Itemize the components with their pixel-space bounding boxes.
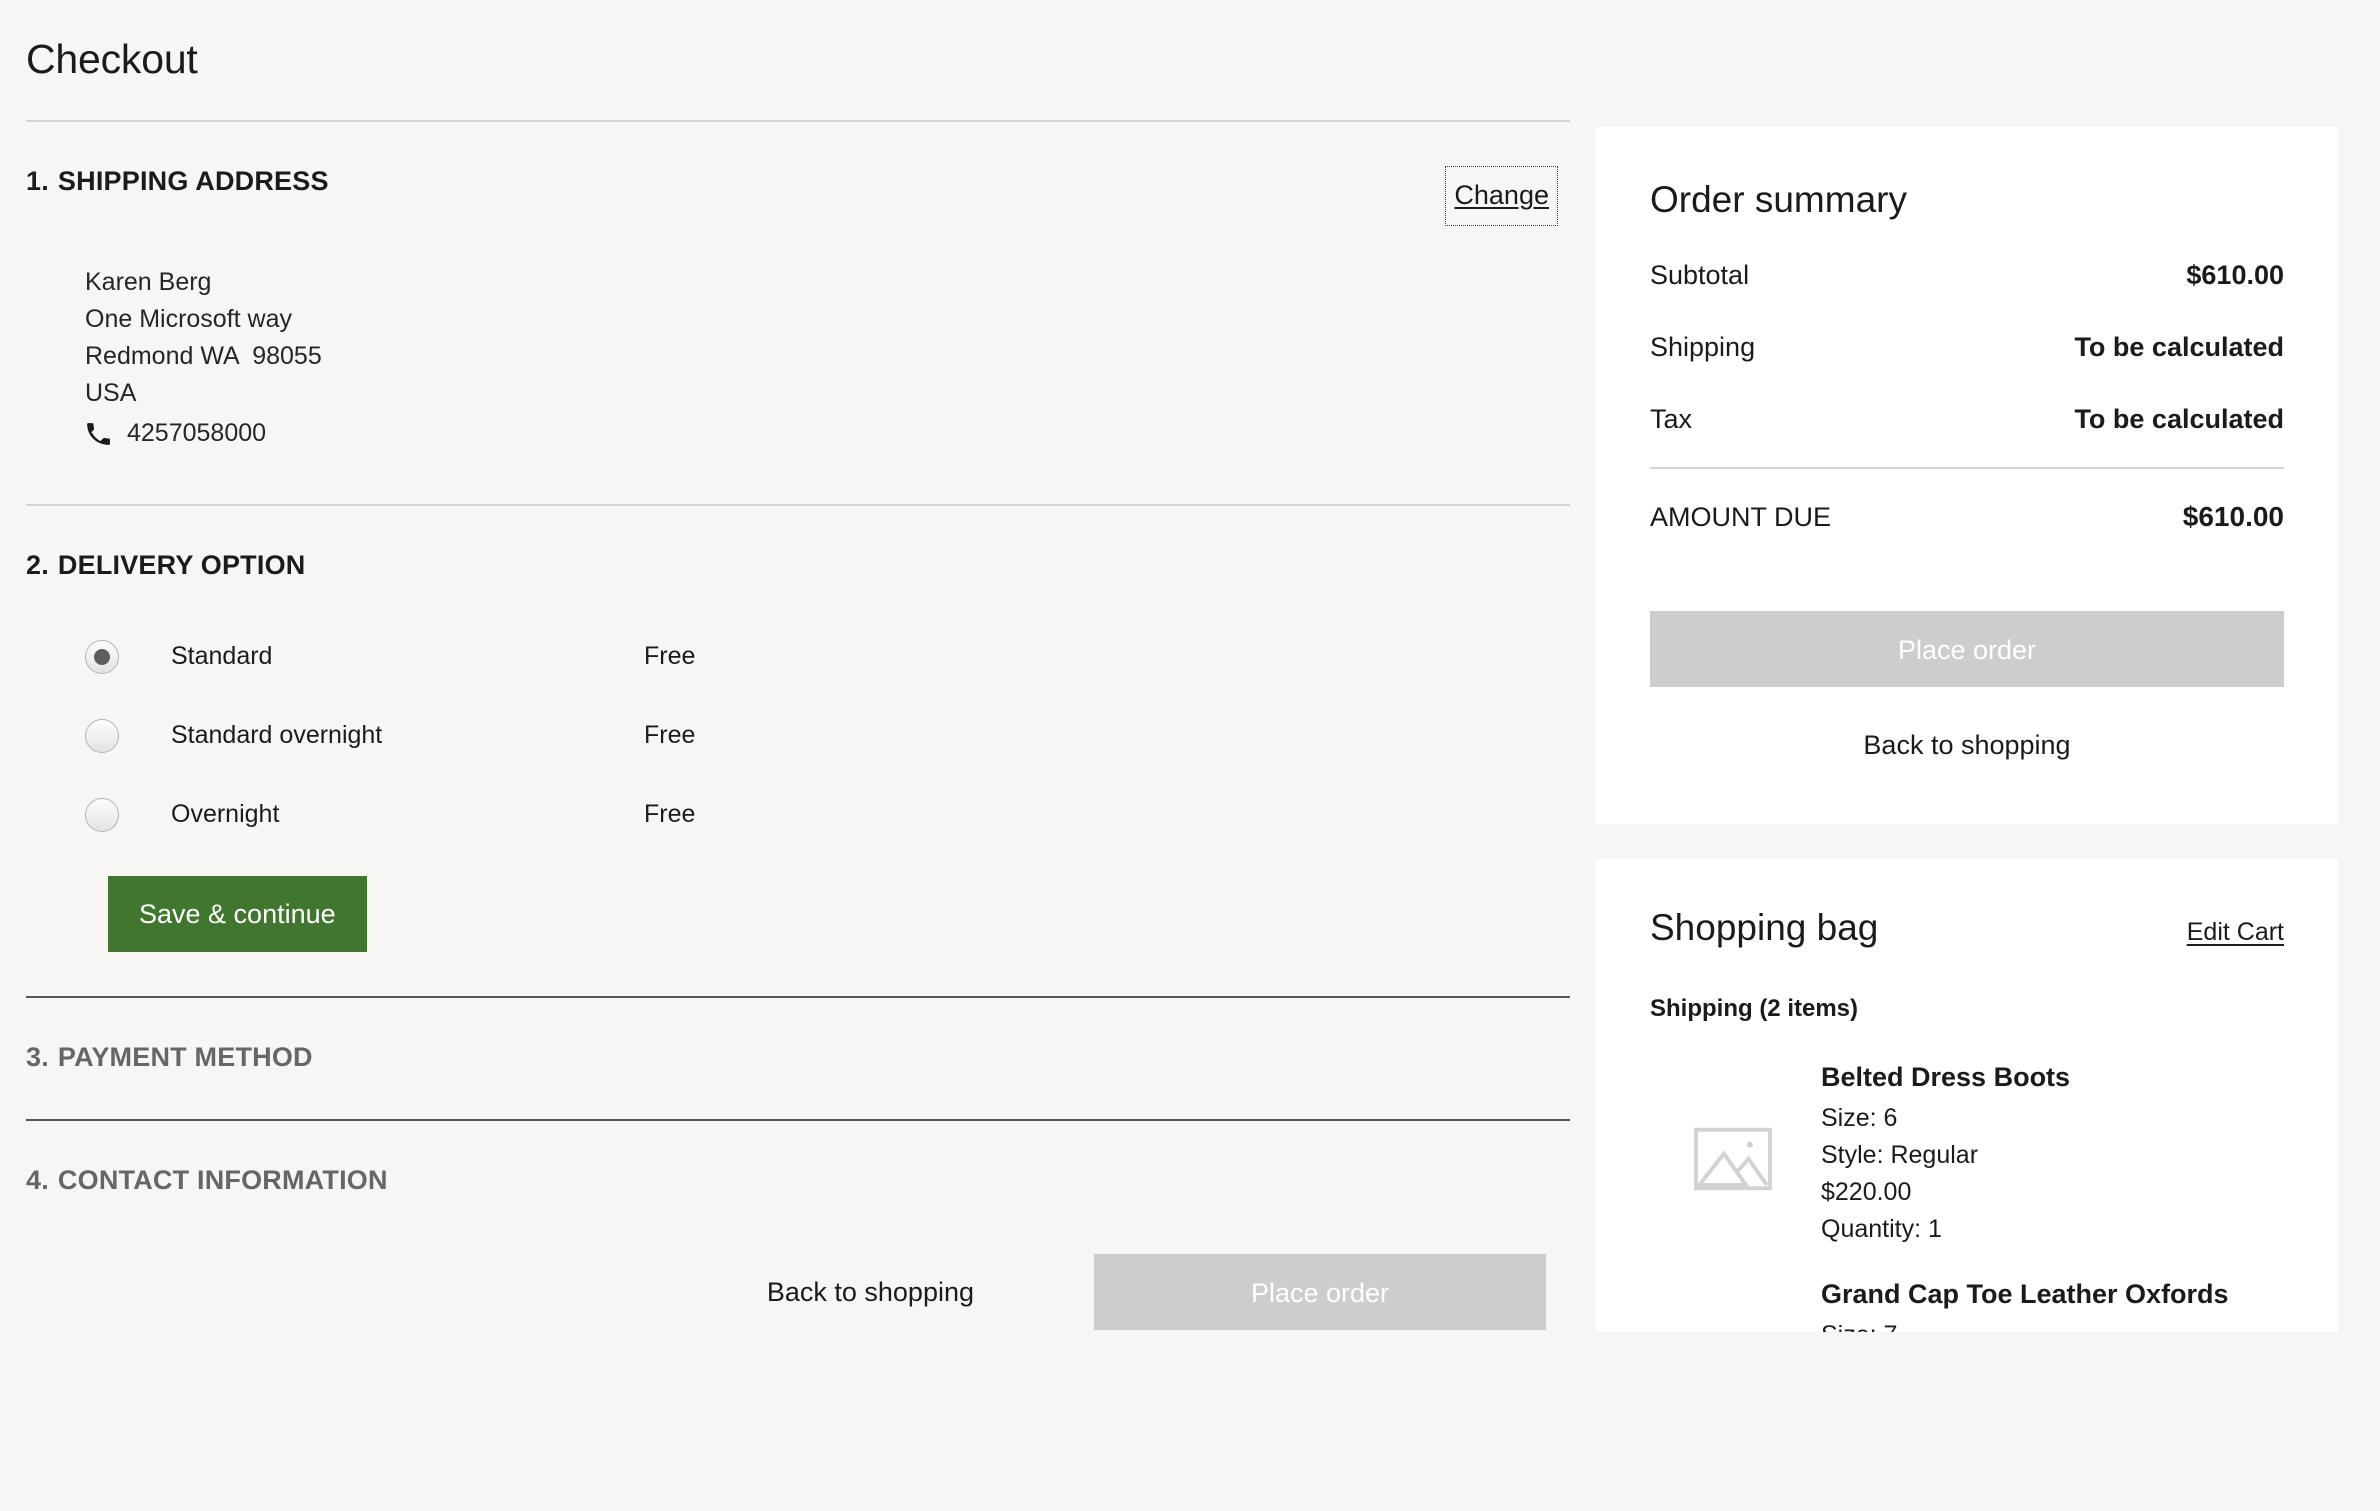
bag-item-info: Grand Cap Toe Leather Oxfords Size: 7 <box>1815 1276 2284 1331</box>
section-delivery-option: 2. DELIVERY OPTION Standard Free Standar… <box>26 506 1570 999</box>
delivery-price-standard-overnight: Free <box>644 721 696 750</box>
shipping-step-number: 1. <box>26 166 49 197</box>
address-city-state-zip: Redmond WA 98055 <box>85 342 322 371</box>
contact-title: 4. CONTACT INFORMATION <box>26 1165 388 1196</box>
summary-row-shipping: Shipping To be calculated <box>1650 332 2284 363</box>
order-summary-rows: Subtotal $610.00 Shipping To be calculat… <box>1650 260 2284 435</box>
summary-label-tax: Tax <box>1650 403 1693 434</box>
place-order-button-bottom[interactable]: Place order <box>1094 1254 1546 1331</box>
contact-title-text: CONTACT INFORMATION <box>57 1165 388 1196</box>
summary-divider <box>1650 466 2284 469</box>
summary-value-subtotal: $610.00 <box>2186 259 2284 290</box>
radio-overnight[interactable] <box>85 797 119 832</box>
summary-row-amount-due: AMOUNT DUE $610.00 <box>1650 501 2284 533</box>
shopping-bag-header: Shopping bag Edit Cart <box>1650 907 2284 950</box>
shopping-bag-card: Shopping bag Edit Cart Shipping (2 items… <box>1596 858 2338 1332</box>
delivery-title-text: DELIVERY OPTION <box>57 550 306 581</box>
bag-item-info: Belted Dress Boots Size: 6 Style: Regula… <box>1815 1059 2284 1248</box>
summary-row-subtotal: Subtotal $610.00 <box>1650 260 2284 291</box>
address-phone-row: 4257058000 <box>85 415 1570 452</box>
save-and-continue-button[interactable]: Save & continue <box>108 876 367 953</box>
address-phone-number: 4257058000 <box>127 419 267 448</box>
oxford-shoe-photo <box>1658 1328 1808 1331</box>
delivery-option-overnight[interactable]: Overnight Free <box>26 775 1570 854</box>
section-contact-information: 4. CONTACT INFORMATION <box>26 1121 1570 1196</box>
address-name: Karen Berg <box>85 268 212 297</box>
checkout-sidebar: Order summary Subtotal $610.00 Shipping … <box>1596 0 2380 1332</box>
shipping-header: 1. SHIPPING ADDRESS Change <box>26 122 1570 227</box>
payment-header[interactable]: 3. PAYMENT METHOD <box>26 998 1570 1073</box>
payment-title: 3. PAYMENT METHOD <box>26 1042 313 1073</box>
bag-item-name: Belted Dress Boots <box>1821 1062 2071 1093</box>
address-street: One Microsoft way <box>85 305 293 334</box>
shipping-address-block: Karen Berg One Microsoft way Redmond WA … <box>85 264 1570 452</box>
amount-due-label: AMOUNT DUE <box>1650 501 1832 532</box>
delivery-title: 2. DELIVERY OPTION <box>26 550 305 581</box>
delivery-options-list: Standard Free Standard overnight Free Ov… <box>26 617 1570 854</box>
bag-item-thumbnail <box>1650 1276 1815 1331</box>
delivery-price-overnight: Free <box>644 800 696 829</box>
bag-item-size: Size: 7 <box>1821 1317 2284 1331</box>
summary-value-tax: To be calculated <box>2074 403 2284 434</box>
bag-item-price: $220.00 <box>1821 1178 1912 1207</box>
section-payment-method: 3. PAYMENT METHOD <box>26 998 1570 1122</box>
shipping-title: 1. SHIPPING ADDRESS <box>26 166 329 197</box>
bag-item-thumbnail <box>1650 1059 1815 1248</box>
section-shipping-address: 1. SHIPPING ADDRESS Change Karen Berg On… <box>26 122 1570 507</box>
change-address-label: Change <box>1454 180 1549 211</box>
back-to-shopping-link-sidebar[interactable]: Back to shopping <box>1650 729 2284 762</box>
summary-label-subtotal: Subtotal <box>1650 259 1750 290</box>
checkout-main-column: Checkout 1. SHIPPING ADDRESS Change Kare… <box>0 0 1596 1331</box>
order-summary-card: Order summary Subtotal $610.00 Shipping … <box>1596 127 2338 824</box>
checkout-page: Checkout 1. SHIPPING ADDRESS Change Kare… <box>0 0 2380 1511</box>
bag-item-style: Style: Regular <box>1821 1141 1979 1170</box>
edit-cart-link[interactable]: Edit Cart <box>2187 918 2284 947</box>
image-placeholder-icon <box>1693 1127 1772 1191</box>
radio-standard[interactable] <box>85 639 119 674</box>
contact-step-number: 4. <box>26 1165 49 1196</box>
change-address-button[interactable]: Change <box>1445 166 1558 227</box>
place-order-button-sidebar[interactable]: Place order <box>1650 610 2284 687</box>
bag-item-quantity: Quantity: 1 <box>1821 1215 1942 1244</box>
delivery-step-number: 2. <box>26 550 49 581</box>
shopping-bag-title: Shopping bag <box>1650 906 1879 948</box>
summary-label-shipping: Shipping <box>1650 331 1756 362</box>
bottom-actions: Back to shopping Place order <box>26 1254 1570 1331</box>
delivery-option-standard[interactable]: Standard Free <box>26 617 1570 696</box>
delivery-label-standard: Standard <box>171 642 273 671</box>
address-country: USA <box>85 379 137 408</box>
delivery-label-standard-overnight: Standard overnight <box>171 721 383 750</box>
summary-value-shipping: To be calculated <box>2074 331 2284 362</box>
page-title: Checkout <box>26 36 198 82</box>
shipping-title-text: SHIPPING ADDRESS <box>57 166 329 197</box>
shipping-group-label: Shipping (2 items) <box>1650 995 1859 1023</box>
payment-title-text: PAYMENT METHOD <box>57 1042 313 1073</box>
phone-icon <box>85 421 111 447</box>
delivery-option-standard-overnight[interactable]: Standard overnight Free <box>26 696 1570 775</box>
amount-due-value: $610.00 <box>2182 500 2284 532</box>
bag-item-size: Size: 6 <box>1821 1104 1898 1133</box>
order-summary-title: Order summary <box>1650 179 1907 220</box>
bag-item: Belted Dress Boots Size: 6 Style: Regula… <box>1650 1059 2284 1248</box>
bag-item: Grand Cap Toe Leather Oxfords Size: 7 <box>1650 1276 2284 1331</box>
summary-row-tax: Tax To be calculated <box>1650 404 2284 435</box>
delivery-header: 2. DELIVERY OPTION <box>26 506 1570 581</box>
back-to-shopping-link-bottom[interactable]: Back to shopping <box>767 1277 974 1308</box>
delivery-label-overnight: Overnight <box>171 800 280 829</box>
bag-item-name: Grand Cap Toe Leather Oxfords <box>1821 1279 2229 1310</box>
radio-standard-overnight[interactable] <box>85 718 119 753</box>
delivery-price-standard: Free <box>644 642 696 671</box>
contact-header[interactable]: 4. CONTACT INFORMATION <box>26 1121 1570 1196</box>
payment-step-number: 3. <box>26 1042 49 1073</box>
